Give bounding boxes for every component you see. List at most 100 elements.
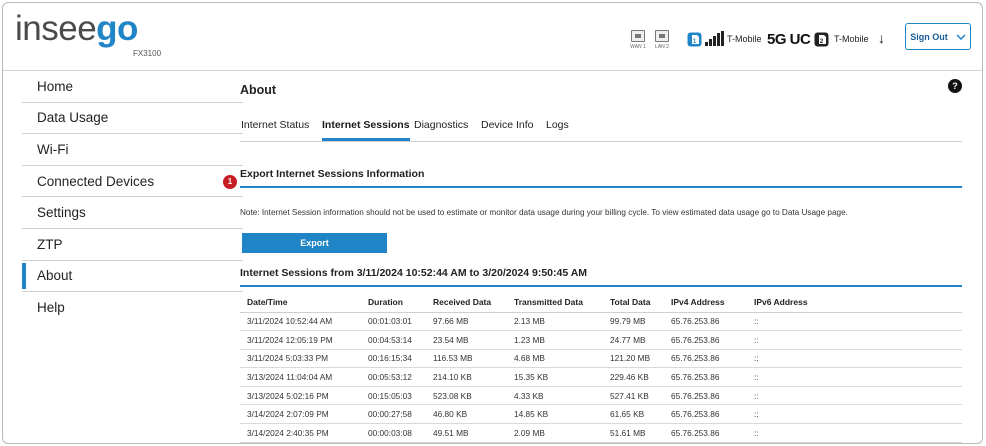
table-cell: 229.46 KB <box>603 367 664 387</box>
table-cell: 3/11/2024 10:52:44 AM <box>240 312 361 332</box>
table-cell: 46.80 KB <box>426 404 507 425</box>
table-cell: 00:05:53:12 <box>361 367 426 387</box>
sessions-section-title-text: Internet Sessions from 3/11/2024 10:52:4… <box>240 267 588 279</box>
column-header: Date/Time <box>240 293 361 313</box>
column-header: Transmitted Data <box>507 293 603 313</box>
sim1-carrier: T-Mobile <box>727 34 762 44</box>
table-cell: 4.68 MB <box>507 349 603 369</box>
tab-internet-status[interactable]: Internet Status <box>241 119 309 131</box>
help-icon[interactable]: ? <box>948 79 962 93</box>
table-cell: 23.54 MB <box>426 330 507 350</box>
column-header: IPv6 Address <box>747 293 962 313</box>
table-cell: :: <box>747 386 962 406</box>
sidebar-item-home[interactable]: Home <box>22 71 243 103</box>
table-cell: 3/14/2024 2:40:35 PM <box>240 423 361 443</box>
table-cell: 4.33 KB <box>507 386 603 406</box>
logo-text-part2: go <box>96 9 138 48</box>
table-cell: :: <box>747 330 962 350</box>
sim2-carrier: T-Mobile <box>834 34 869 44</box>
export-section-title-text: Export Internet Sessions Information <box>240 168 425 180</box>
table-cell: 61.65 KB <box>603 404 664 425</box>
column-header: IPv4 Address <box>664 293 747 313</box>
table-cell: 51.61 MB <box>603 423 664 443</box>
table-cell: 523.08 KB <box>426 386 507 406</box>
tab-bar: Internet Status Internet Sessions Diagno… <box>240 109 962 142</box>
tab-device-info[interactable]: Device Info <box>481 119 534 131</box>
table-cell: 214.10 KB <box>426 367 507 387</box>
sidebar-item-settings[interactable]: Settings <box>22 197 243 229</box>
sidebar-item-label: Data Usage <box>37 110 109 126</box>
chevron-down-icon <box>956 33 966 40</box>
table-cell: :: <box>747 367 962 387</box>
table-cell: 99.79 MB <box>603 312 664 332</box>
table-cell: 65.76.253.86 <box>664 404 747 425</box>
table-cell: 24.77 MB <box>603 330 664 350</box>
sidebar-item-data-usage[interactable]: Data Usage <box>22 103 243 135</box>
sidebar-item-label: Connected Devices <box>37 173 155 189</box>
table-row: 3/11/2024 10:52:44 AM 00:01:03:01 97.66 MB… <box>240 312 962 332</box>
note-text: Note: Internet Session information shoul… <box>240 208 848 217</box>
sidebar-item-about[interactable]: About <box>22 261 243 293</box>
inseego-logo: inseego <box>15 9 138 49</box>
signal-strength-icon <box>705 31 725 46</box>
table-cell: 116.53 MB <box>426 349 507 369</box>
table-cell: 65.76.253.86 <box>664 367 747 387</box>
table-cell: 49.51 MB <box>426 423 507 443</box>
table-row: 3/13/2024 11:04:04 AM 00:05:53:12 214.10 K… <box>240 367 962 387</box>
table-cell: 00:00:03:08 <box>361 423 426 443</box>
table-cell: 3/13/2024 5:02:16 PM <box>240 386 361 406</box>
table-cell: 65.76.253.86 <box>664 312 747 332</box>
sidebar-nav: Home Data Usage Wi-Fi Connected Devices … <box>22 71 243 324</box>
logo-text-part1: insee <box>15 9 97 48</box>
table-cell: 65.76.253.86 <box>664 423 747 443</box>
table-cell: 527.41 KB <box>603 386 664 406</box>
sim2-icon: 2 <box>814 32 829 47</box>
table-cell: :: <box>747 404 962 425</box>
export-button[interactable]: Export <box>242 233 387 253</box>
tab-internet-sessions[interactable]: Internet Sessions <box>322 119 410 141</box>
tab-diagnostics[interactable]: Diagnostics <box>414 119 468 131</box>
table-cell: :: <box>747 312 962 332</box>
table-cell: 2.09 MB <box>507 423 603 443</box>
sidebar-item-label: Wi-Fi <box>37 141 69 157</box>
table-cell: 121.20 MB <box>603 349 664 369</box>
sign-out-button[interactable]: Sign Out <box>905 23 971 50</box>
table-cell: :: <box>747 423 962 443</box>
table-cell: 65.76.253.86 <box>664 349 747 369</box>
table-header-row: Date/Time Duration Received Data Transmi… <box>240 293 962 313</box>
table-row: 3/14/2024 2:07:09 PM 00:00:27:58 46.80 KB 1… <box>240 404 962 425</box>
table-cell: 3/13/2024 11:04:04 AM <box>240 367 361 387</box>
sim1-icon: 1 <box>687 32 702 47</box>
sidebar-item-label: About <box>37 268 73 284</box>
table-cell: 2.13 MB <box>507 312 603 332</box>
sidebar-item-label: Home <box>37 78 74 94</box>
notification-badge: 1 <box>223 174 237 189</box>
table-cell: 3/11/2024 12:05:19 PM <box>240 330 361 350</box>
sidebar-item-help[interactable]: Help <box>22 292 243 324</box>
network-type: 5G UC <box>767 31 811 48</box>
tab-logs[interactable]: Logs <box>546 119 569 131</box>
wan-port-label: WAN 1 <box>630 44 646 50</box>
wan-port-icon: WAN 1 <box>627 30 649 50</box>
sidebar-item-ztp[interactable]: ZTP <box>22 229 243 261</box>
lan-port-icon: LAN 2 <box>651 30 673 50</box>
sidebar-item-label: Help <box>37 300 65 316</box>
table-row: 3/13/2024 5:02:16 PM 00:15:05:03 523.08 KB… <box>240 386 962 406</box>
table-cell: 3/14/2024 2:07:09 PM <box>240 404 361 425</box>
sidebar-item-wifi[interactable]: Wi-Fi <box>22 134 243 166</box>
sidebar-item-label: ZTP <box>37 236 63 252</box>
sign-out-label: Sign Out <box>910 31 948 42</box>
model-label: FX3100 <box>133 49 162 58</box>
table-row: 3/14/2024 2:40:35 PM 00:00:03:08 49.51 MB 2… <box>240 423 962 443</box>
table-row: 3/11/2024 12:05:19 PM 00:04:53:14 23.54 MB… <box>240 330 962 350</box>
column-header: Duration <box>361 293 426 313</box>
table-cell: 00:00:27:58 <box>361 404 426 425</box>
download-arrow-icon: ↓ <box>878 30 885 46</box>
sidebar-item-connected-devices[interactable]: Connected Devices 1 <box>22 166 243 198</box>
lan-port-label: LAN 2 <box>655 44 669 50</box>
table-cell: 15.35 KB <box>507 367 603 387</box>
sidebar-item-label: Settings <box>37 205 86 221</box>
page-title: About <box>240 83 277 97</box>
top-header: inseego FX3100 WAN 1 LAN 2 1 T-Mobile 5G… <box>3 3 982 71</box>
table-cell: 00:04:53:14 <box>361 330 426 350</box>
